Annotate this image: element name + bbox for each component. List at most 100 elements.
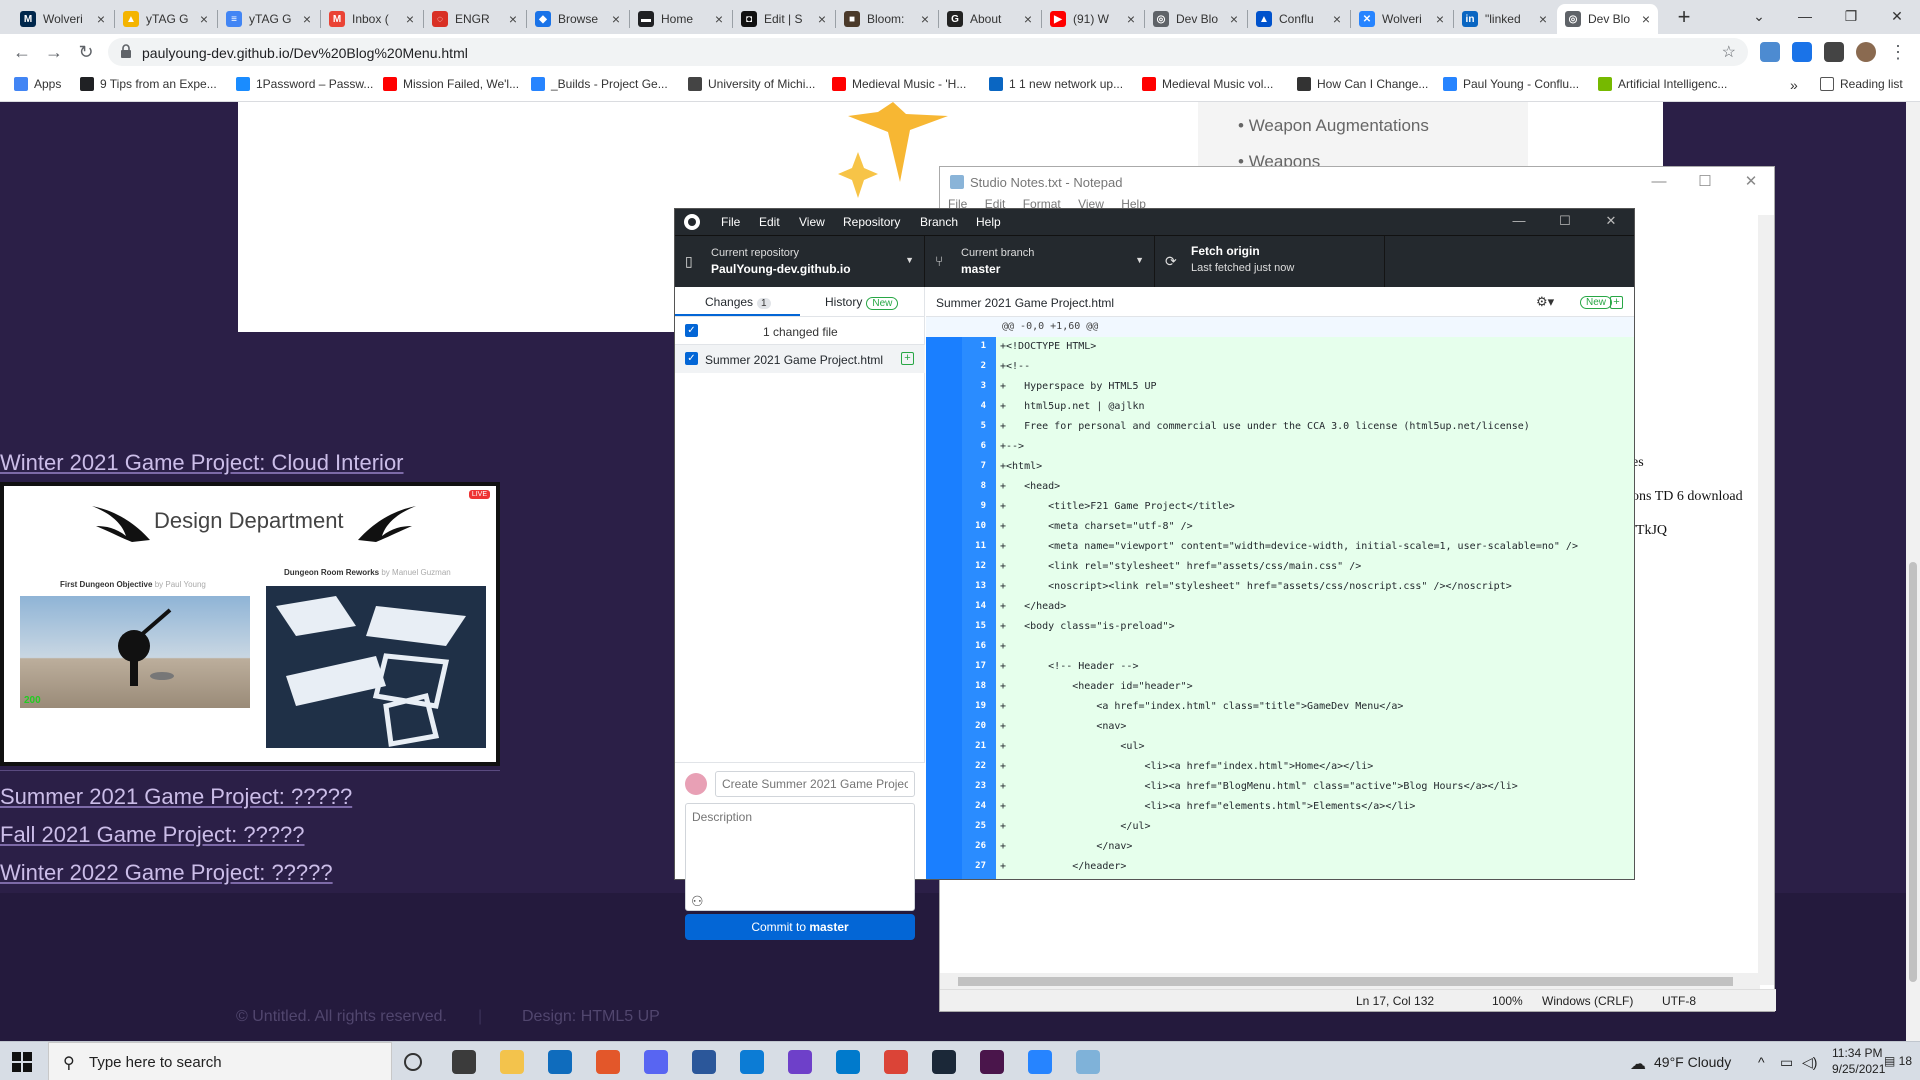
line-number[interactable]: 19	[962, 701, 986, 711]
weather-text[interactable]: 49°F Cloudy	[1654, 1054, 1731, 1070]
clock-time[interactable]: 11:34 PM	[1832, 1046, 1882, 1060]
bookmark-star-icon[interactable]: ☆	[1722, 42, 1736, 62]
notepad-close-button[interactable]: ✕	[1728, 167, 1774, 197]
back-icon[interactable]: ←	[10, 40, 34, 64]
browser-tab[interactable]: ■ Bloom: ×	[836, 4, 937, 34]
browser-tab[interactable]: ≡ yTAG G ×	[218, 4, 319, 34]
close-window-button[interactable]: ✕	[1874, 0, 1920, 34]
notepad-hscroll-thumb[interactable]	[958, 977, 1733, 986]
line-number[interactable]: 25	[962, 821, 986, 831]
notification-center[interactable]: ▤ 18	[1884, 1054, 1912, 1068]
line-number[interactable]: 17	[962, 661, 986, 671]
line-number[interactable]: 11	[962, 541, 986, 551]
gh-menu-file[interactable]: File	[721, 215, 740, 229]
commit-summary-input[interactable]	[715, 771, 915, 797]
close-tab-icon[interactable]: ×	[1436, 11, 1444, 27]
mail-icon[interactable]	[548, 1050, 572, 1074]
line-number[interactable]: 14	[962, 601, 986, 611]
browser-tab[interactable]: M Inbox (×	[321, 4, 422, 34]
close-tab-icon[interactable]: ×	[97, 11, 105, 27]
gh-minimize-button[interactable]: —	[1496, 209, 1542, 235]
line-number[interactable]: 24	[962, 801, 986, 811]
line-number[interactable]: 26	[962, 841, 986, 851]
word-icon[interactable]	[692, 1050, 716, 1074]
browser-tab[interactable]: ▶ (91) W ×	[1042, 4, 1143, 34]
minimize-button[interactable]: —	[1782, 0, 1828, 34]
browser-tab[interactable]: ✕ Wolveri ×	[1351, 4, 1452, 34]
volume-icon[interactable]: ◁)	[1802, 1054, 1817, 1071]
line-number[interactable]: 16	[962, 641, 986, 651]
puzzle-icon[interactable]	[1824, 42, 1844, 62]
windows-start-icon[interactable]	[12, 1052, 32, 1072]
address-bar[interactable]: paulyoung-dev.github.io/Dev%20Blog%20Men…	[108, 38, 1748, 66]
reading-list-button[interactable]: Reading list	[1820, 77, 1903, 91]
file-explorer-icon[interactable]	[500, 1050, 524, 1074]
tab-changes[interactable]: Changes 1	[705, 295, 771, 309]
bookmark-item[interactable]: 1Password – Passw...	[236, 77, 373, 91]
close-tab-icon[interactable]: ×	[200, 11, 208, 27]
line-number[interactable]: 8	[962, 481, 986, 491]
steam-icon[interactable]	[932, 1050, 956, 1074]
line-number[interactable]: 21	[962, 741, 986, 751]
close-tab-icon[interactable]: ×	[1127, 11, 1135, 27]
line-number[interactable]: 1	[962, 341, 986, 351]
line-number[interactable]: 27	[962, 861, 986, 871]
gh-maximize-button[interactable]: ☐	[1542, 209, 1588, 235]
profile-avatar[interactable]	[1856, 42, 1876, 62]
close-tab-icon[interactable]: ×	[1230, 11, 1238, 27]
show-hidden-icons[interactable]: ^	[1758, 1054, 1765, 1070]
page-scrollbar[interactable]	[1906, 102, 1920, 1041]
notepad-minimize-button[interactable]: —	[1636, 167, 1682, 197]
edge-icon[interactable]	[740, 1050, 764, 1074]
browser-tab[interactable]: G About ×	[939, 4, 1040, 34]
line-number[interactable]: 7	[962, 461, 986, 471]
bookmark-item[interactable]: _Builds - Project Ge...	[531, 77, 668, 91]
line-number[interactable]: 20	[962, 721, 986, 731]
notepad-maximize-button[interactable]: ☐	[1682, 167, 1728, 197]
bookmark-item[interactable]: Apps	[14, 77, 61, 91]
browser-tab[interactable]: ◎ Dev Blo ×	[1145, 4, 1246, 34]
gear-icon[interactable]: ⚙▾	[1536, 294, 1554, 310]
reload-icon[interactable]: ↻	[74, 40, 98, 64]
clock-date[interactable]: 9/25/2021	[1832, 1062, 1885, 1076]
browser-tab[interactable]: ▬ Home ×	[630, 4, 731, 34]
footer-design-link[interactable]: Design: HTML5 UP	[522, 1008, 660, 1026]
vscode-icon[interactable]	[836, 1050, 860, 1074]
jira-icon[interactable]	[1028, 1050, 1052, 1074]
bookmark-item[interactable]: Medieval Music vol...	[1142, 77, 1273, 91]
winter-2022-link[interactable]: Winter 2022 Game Project: ?????	[0, 860, 333, 886]
close-tab-icon[interactable]: ×	[715, 11, 723, 27]
more-bookmarks-icon[interactable]: »	[1790, 77, 1798, 93]
browser-tab[interactable]: ◘ Edit | S ×	[733, 4, 834, 34]
browser-tab[interactable]: ▲ yTAG G ×	[115, 4, 216, 34]
line-number[interactable]: 13	[962, 581, 986, 591]
forward-icon[interactable]: →	[42, 40, 66, 64]
extension-icon[interactable]	[1760, 42, 1780, 62]
fall-2021-link[interactable]: Fall 2021 Game Project: ?????	[0, 822, 305, 848]
bookmark-item[interactable]: How Can I Change...	[1297, 77, 1428, 91]
line-number[interactable]: 2	[962, 361, 986, 371]
bookmark-item[interactable]: Paul Young - Conflu...	[1443, 77, 1579, 91]
task-view-icon[interactable]	[404, 1053, 422, 1071]
current-branch-dropdown[interactable]: ⑂ Current branch master ▼	[925, 236, 1155, 288]
browser-tab[interactable]: M Wolveri ×	[12, 4, 113, 34]
line-number[interactable]: 15	[962, 621, 986, 631]
project-thumbnail[interactable]: Design Department LIVE First Dungeon Obj…	[0, 482, 500, 766]
browser-tab[interactable]: ◌ ENGR ×	[424, 4, 525, 34]
line-number[interactable]: 3	[962, 381, 986, 391]
commit-description-input[interactable]	[685, 803, 915, 911]
github-desktop-icon[interactable]	[788, 1050, 812, 1074]
bookmark-item[interactable]: University of Michi...	[688, 77, 815, 91]
page-scrollbar-thumb[interactable]	[1909, 562, 1917, 982]
close-tab-icon[interactable]: ×	[1333, 11, 1341, 27]
close-tab-icon[interactable]: ×	[612, 11, 620, 27]
browser-tab[interactable]: ◎ Dev Blo ×	[1557, 4, 1658, 34]
line-number[interactable]: 23	[962, 781, 986, 791]
taskbar-search[interactable]: ⚲ Type here to search	[48, 1042, 392, 1080]
fetch-origin-button[interactable]: ⟳ Fetch origin Last fetched just now	[1155, 236, 1385, 288]
close-tab-icon[interactable]: ×	[818, 11, 826, 27]
restore-button[interactable]: ❐	[1828, 0, 1874, 34]
menu-kebab-icon[interactable]: ⋮	[1886, 40, 1910, 64]
notepad-vertical-scrollbar[interactable]	[1758, 215, 1774, 985]
store-icon[interactable]	[452, 1050, 476, 1074]
